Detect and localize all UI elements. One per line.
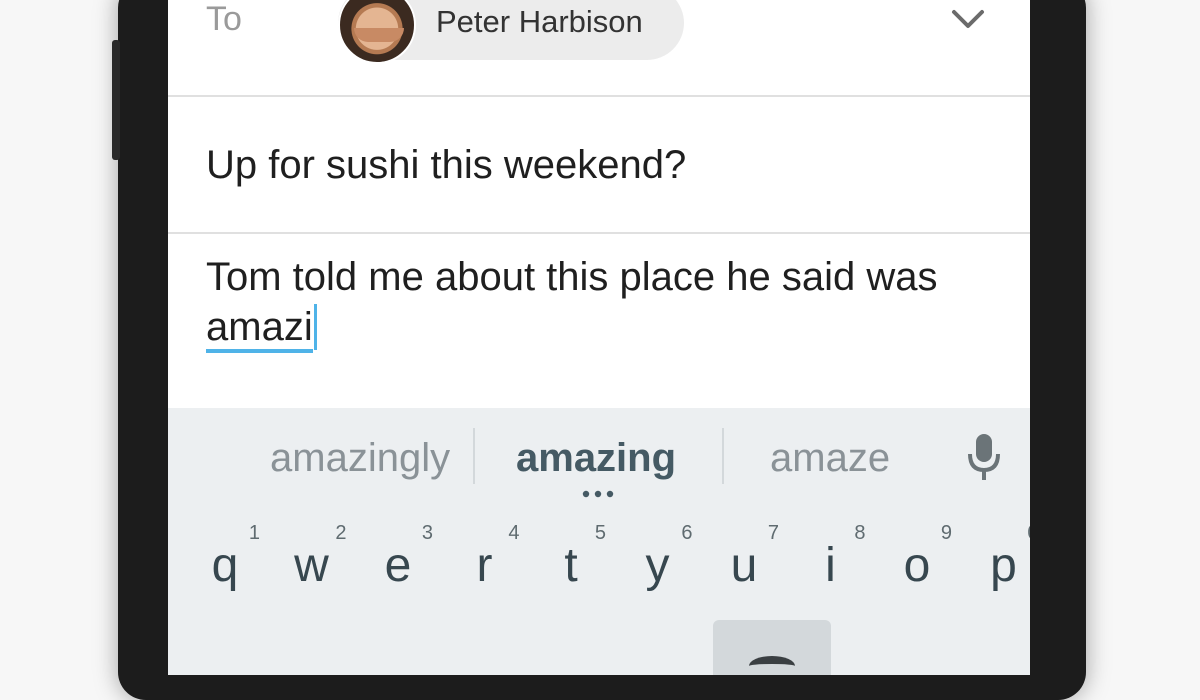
key-t[interactable]: 5t	[536, 504, 622, 614]
suggestion-divider	[722, 428, 724, 484]
recipient-name: Peter Harbison	[436, 4, 643, 39]
key-u[interactable]: 7u	[709, 504, 795, 614]
body-text: Tom told me about this place he said was	[206, 255, 938, 299]
body-field[interactable]: Tom told me about this place he said was…	[206, 252, 1006, 353]
key-char: q	[211, 539, 239, 592]
composing-word: amazi	[206, 305, 313, 353]
key-char: i	[825, 539, 836, 592]
key-char: w	[294, 539, 329, 592]
key-char: e	[384, 539, 412, 592]
more-dots-icon[interactable]	[580, 490, 616, 498]
text-cursor	[313, 304, 317, 350]
compose-screen: To Peter Harbison Up for sushi this week…	[168, 0, 1030, 675]
subject-field[interactable]: Up for sushi this weekend?	[206, 143, 686, 188]
suggestion-left[interactable]: amazingly	[270, 436, 450, 481]
suggestion-strip: amazingly amazing amaze	[168, 408, 1030, 504]
recipient-avatar	[338, 0, 416, 64]
suggestion-right[interactable]: amaze	[770, 436, 890, 481]
to-row[interactable]: To Peter Harbison	[168, 0, 1030, 97]
suggestion-middle[interactable]: amazing	[516, 436, 676, 481]
key-y[interactable]: 6y	[623, 504, 709, 614]
key-char: t	[564, 539, 578, 592]
keyboard: 1q2w3e4r5t6y7u8i9o0p	[168, 504, 1030, 675]
key-char: r	[476, 539, 493, 592]
to-label: To	[206, 0, 242, 38]
key-i[interactable]: 8i	[796, 504, 882, 614]
key-e[interactable]: 3e	[363, 504, 449, 614]
chevron-down-icon[interactable]	[944, 0, 992, 40]
key-char: u	[730, 539, 758, 592]
subject-row[interactable]: Up for sushi this weekend?	[168, 97, 1030, 234]
key-r[interactable]: 4r	[450, 504, 536, 614]
pressed-key[interactable]	[713, 620, 831, 675]
key-p[interactable]: 0p	[969, 504, 1030, 614]
key-char: y	[645, 539, 670, 592]
key-o[interactable]: 9o	[882, 504, 968, 614]
key-char: o	[903, 539, 931, 592]
microphone-icon[interactable]	[964, 432, 1004, 484]
key-w[interactable]: 2w	[277, 504, 363, 614]
key-char: p	[990, 539, 1017, 592]
suggestion-divider	[473, 428, 475, 484]
recipient-chip[interactable]: Peter Harbison	[338, 0, 684, 64]
key-q[interactable]: 1q	[190, 504, 276, 614]
